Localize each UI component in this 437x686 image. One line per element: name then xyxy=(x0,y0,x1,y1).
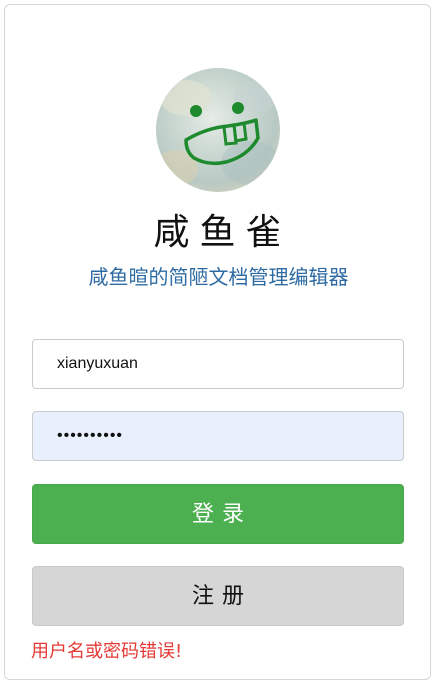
login-button[interactable]: 登录 xyxy=(32,484,404,544)
register-button[interactable]: 注册 xyxy=(32,566,404,626)
avatar xyxy=(156,68,280,192)
app-title: 咸鱼雀 xyxy=(153,212,292,253)
smiley-face-icon xyxy=(156,68,280,192)
error-message: 用户名或密码错误! xyxy=(31,641,183,662)
login-card: 咸鱼雀 咸鱼暄的简陋文档管理编辑器 xianyuxuan •••••••••• … xyxy=(4,4,431,680)
username-input[interactable]: xianyuxuan xyxy=(32,339,404,389)
password-input[interactable]: •••••••••• xyxy=(32,411,404,461)
app-subtitle: 咸鱼暄的简陋文档管理编辑器 xyxy=(88,265,349,289)
